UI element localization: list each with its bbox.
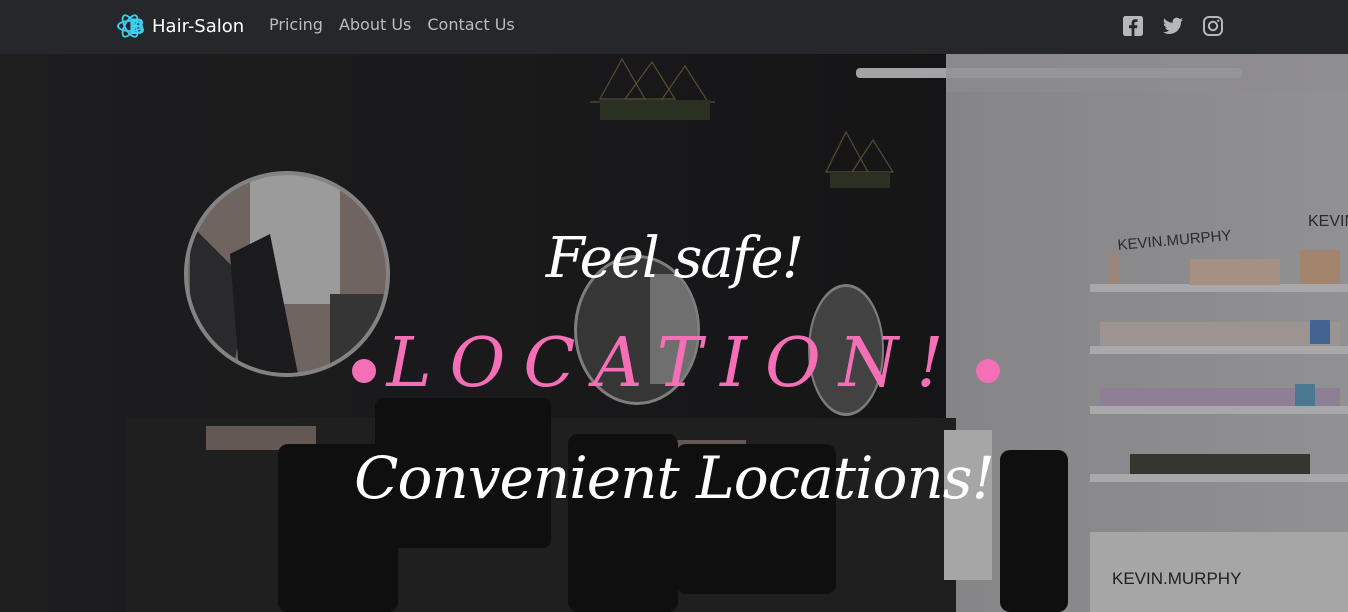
twitter-icon — [1162, 17, 1184, 34]
hero-section: KEVIN.MURPHY KEVIN.MURPHY KEVIN.MURPHY F… — [0, 54, 1348, 612]
social-links — [1104, 15, 1224, 37]
nav-link-pricing[interactable]: Pricing — [269, 15, 323, 34]
hero-tagline-main: LOCATION! — [386, 324, 962, 403]
brand-link[interactable]: B Hair-Salon — [116, 10, 244, 42]
nav-link-contact-us[interactable]: Contact Us — [427, 15, 514, 34]
instagram-link[interactable] — [1202, 15, 1224, 37]
top-navbar: B Hair-Salon Pricing About Us Contact Us — [0, 0, 1348, 54]
accent-dot-right — [976, 359, 1000, 383]
hero-tagline-bottom: Convenient Locations! — [354, 444, 995, 512]
nav-links: Pricing About Us Contact Us — [269, 15, 515, 34]
twitter-link[interactable] — [1162, 15, 1184, 37]
react-atom-b-icon: B — [117, 14, 145, 39]
nav-link-about-us[interactable]: About Us — [339, 15, 411, 34]
facebook-link[interactable] — [1122, 15, 1144, 37]
brand-name: Hair-Salon — [152, 15, 245, 37]
svg-text:B: B — [129, 14, 145, 39]
hero-tagline-top: Feel safe! — [545, 226, 804, 291]
instagram-icon — [1203, 16, 1223, 36]
facebook-icon — [1123, 16, 1143, 36]
